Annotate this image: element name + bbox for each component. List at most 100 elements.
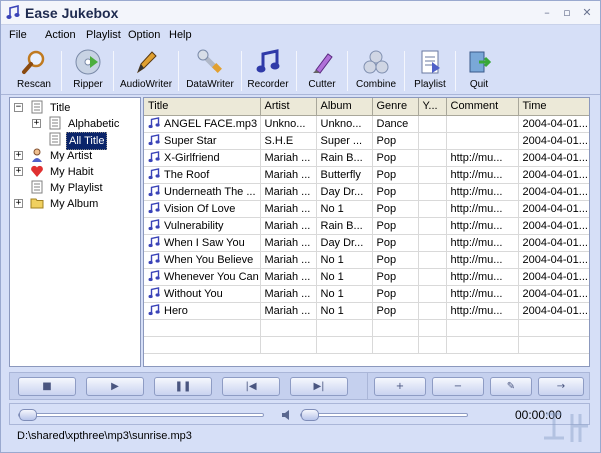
- music-note-icon: [148, 219, 160, 231]
- recorder-button[interactable]: Recorder: [246, 48, 290, 94]
- table-row[interactable]: Whenever You Can Mariah ... No 1 Pop http://…: [144, 268, 589, 286]
- cell-text: S.H.E: [264, 134, 294, 147]
- previous-button[interactable]: |◀: [222, 377, 280, 396]
- close-button[interactable]: ✕: [581, 7, 593, 19]
- cell-comment: http://mu...: [446, 285, 519, 303]
- column-header-artist[interactable]: Artist: [260, 98, 317, 116]
- next-icon: ▶|: [313, 381, 325, 392]
- menu-playlist[interactable]: Playlist: [86, 29, 121, 41]
- tree-item-title[interactable]: − Title: [14, 100, 134, 116]
- minus-icon: −: [453, 381, 463, 392]
- cell-comment: http://mu...: [446, 302, 519, 320]
- menu-option[interactable]: Option: [128, 29, 160, 41]
- window-title: Ease Jukebox: [25, 5, 119, 21]
- ripper-button[interactable]: Ripper: [69, 48, 107, 94]
- cell-album: No 1: [316, 302, 373, 320]
- cell-text: Mariah ...: [264, 270, 311, 283]
- table-row[interactable]: When You Believe Mariah ... No 1 Pop http://…: [144, 251, 589, 269]
- expand-toggle[interactable]: +: [32, 119, 41, 128]
- cell-text: The Roof: [164, 169, 210, 181]
- cutter-icon: [313, 53, 333, 74]
- datawriter-button[interactable]: DataWriter: [184, 48, 236, 94]
- table-row[interactable]: Without You Mariah ... No 1 Pop http://mu...…: [144, 285, 589, 303]
- table-row[interactable]: Vulnerability Mariah ... Rain B... Pop http:…: [144, 217, 589, 235]
- tree-item-my-album[interactable]: + My Album: [14, 196, 134, 212]
- cell-artist: Mariah ...: [260, 183, 317, 201]
- cell-album: No 1: [316, 200, 373, 218]
- column-header-year[interactable]: Y...: [418, 98, 447, 116]
- stop-icon: ■: [42, 381, 52, 392]
- next-button[interactable]: ▶|: [290, 377, 348, 396]
- table-row[interactable]: Hero Mariah ... No 1 Pop http://mu... 2004-04…: [144, 302, 589, 320]
- tree-item-alphabetic[interactable]: + Alphabetic: [32, 116, 136, 132]
- table-row[interactable]: When I Saw You Mariah ... Day Dr... Pop http…: [144, 234, 589, 252]
- volume-slider-knob[interactable]: [301, 409, 319, 421]
- cell-text: 2004-04-01...: [522, 253, 588, 266]
- empty-cell: [316, 336, 373, 354]
- cell-text: Mariah ...: [264, 304, 311, 317]
- expand-toggle[interactable]: +: [14, 199, 23, 208]
- cell-text: No 1: [320, 270, 344, 283]
- table-row[interactable]: ANGEL FACE.mp3 Unkno... Unkno... Dance 2004-…: [144, 115, 589, 133]
- cell-artist: Mariah ...: [260, 302, 317, 320]
- cell-text: Mariah ...: [264, 151, 311, 164]
- combine-button[interactable]: Combine: [353, 48, 399, 94]
- pause-button[interactable]: ❚❚: [154, 377, 212, 396]
- cell-title: When You Believe: [144, 251, 261, 269]
- menu-help[interactable]: Help: [169, 29, 192, 41]
- cell-year: [418, 251, 447, 269]
- tree-item-my-artist[interactable]: + My Artist: [14, 148, 134, 164]
- cell-genre: Pop: [372, 166, 419, 184]
- cell-genre: Pop: [372, 251, 419, 269]
- table-row[interactable]: Vision Of Love Mariah ... No 1 Pop http://mu…: [144, 200, 589, 218]
- column-header-genre[interactable]: Genre: [372, 98, 419, 116]
- seek-slider-knob[interactable]: [19, 409, 37, 421]
- music-note-icon: [148, 270, 160, 282]
- restore-button[interactable]: ▫: [561, 7, 573, 19]
- music-note-icon: [148, 117, 160, 129]
- column-header-title[interactable]: Title: [144, 98, 261, 116]
- cell-text: Underneath The ...: [164, 186, 256, 198]
- audiowriter-button[interactable]: AudioWriter: [119, 48, 173, 94]
- table-row[interactable]: Underneath The ... Mariah ... Day Dr... Pop…: [144, 183, 589, 201]
- forward-button[interactable]: →: [538, 377, 584, 396]
- music-note-icon: [148, 304, 160, 316]
- playlist-label: Playlist: [414, 79, 446, 90]
- table-row[interactable]: Super Star S.H.E Super ... Pop 2004-04-01...: [144, 132, 589, 150]
- table-row[interactable]: The Roof Mariah ... Butterfly Pop http://mu.…: [144, 166, 589, 184]
- cell-genre: Pop: [372, 285, 419, 303]
- table-row[interactable]: X-Girlfriend Mariah ... Rain B... Pop http:/…: [144, 149, 589, 167]
- column-header-comment[interactable]: Comment: [446, 98, 519, 116]
- cell-text: Pop: [376, 185, 397, 198]
- cell-comment: http://mu...: [446, 217, 519, 235]
- column-header-time[interactable]: Time: [518, 98, 589, 116]
- volume-slider[interactable]: [300, 409, 468, 421]
- menu-action[interactable]: Action: [45, 29, 76, 41]
- column-header-album[interactable]: Album: [316, 98, 373, 116]
- playlist-button[interactable]: Playlist: [410, 48, 450, 94]
- tree-item-my-playlist[interactable]: My Playlist: [14, 180, 134, 196]
- add-button[interactable]: +: [374, 377, 426, 396]
- seek-slider[interactable]: [18, 409, 264, 421]
- cell-text: 2004-04-01...: [522, 185, 588, 198]
- collapse-toggle[interactable]: −: [14, 103, 23, 112]
- remove-button[interactable]: −: [432, 377, 484, 396]
- cell-genre: Pop: [372, 217, 419, 235]
- stop-button[interactable]: ■: [18, 377, 76, 396]
- cell-text: No 1: [320, 304, 344, 317]
- expand-toggle[interactable]: +: [14, 167, 23, 176]
- edit-button[interactable]: ✎: [490, 377, 532, 396]
- quit-button[interactable]: Quit: [462, 48, 496, 94]
- cell-text: Mariah ...: [264, 287, 311, 300]
- empty-cell: [144, 319, 261, 337]
- cell-title: Super Star: [144, 132, 261, 150]
- quit-label: Quit: [469, 79, 489, 90]
- play-button[interactable]: ▶: [86, 377, 144, 396]
- tree-item-all-title[interactable]: All Title: [32, 132, 136, 150]
- expand-toggle[interactable]: +: [14, 151, 23, 160]
- tree-item-my-habit[interactable]: + My Habit: [14, 164, 134, 180]
- cutter-button[interactable]: Cutter: [303, 48, 341, 94]
- rescan-button[interactable]: Rescan: [13, 48, 55, 94]
- minimize-button[interactable]: –: [541, 7, 553, 19]
- menu-file[interactable]: File: [9, 29, 27, 41]
